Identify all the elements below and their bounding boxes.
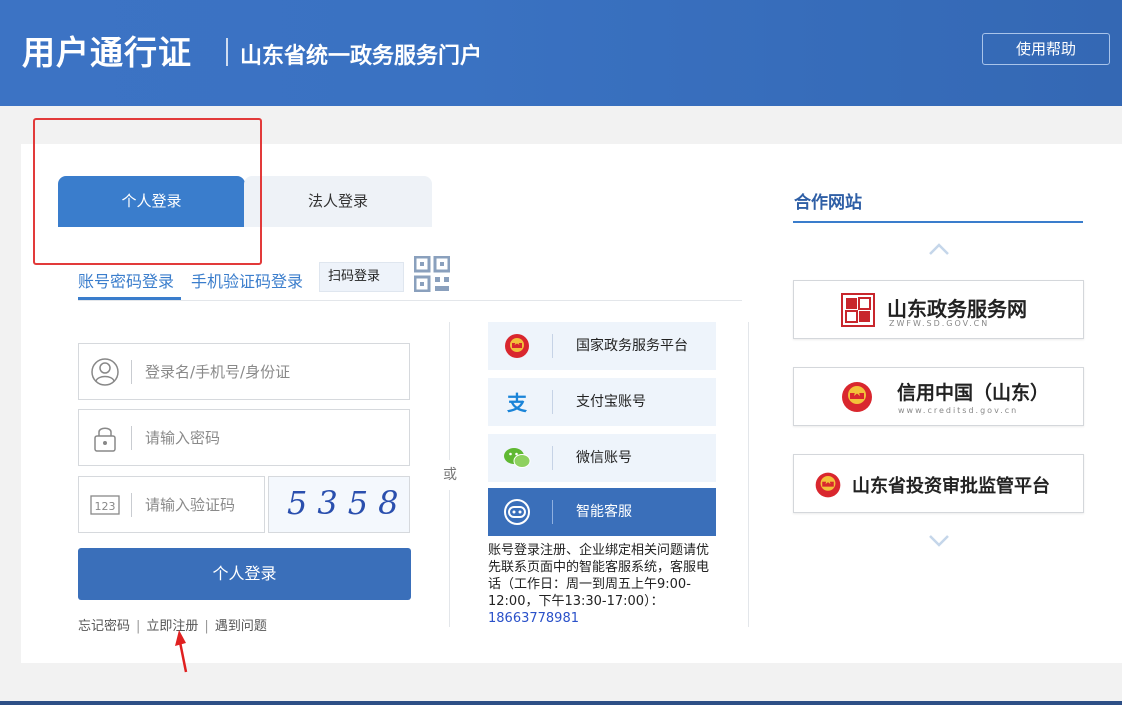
smart-customer-service[interactable]: 智能客服 (488, 488, 716, 536)
username-field (78, 343, 410, 400)
chevron-up-icon[interactable] (928, 242, 950, 256)
partner-shandong-gov-service[interactable]: 山东政务服务网 ZWFW.SD.GOV.CN (793, 280, 1084, 339)
tab-legal-login[interactable]: 法人登录 (244, 176, 432, 227)
alt-divider (552, 390, 553, 414)
or-label: 或 (438, 460, 462, 490)
help-button[interactable]: 使用帮助 (982, 33, 1110, 65)
captcha-text: 5358 (287, 484, 409, 522)
alt-divider (552, 500, 553, 524)
support-phone[interactable]: 18663778981 (488, 611, 579, 626)
footer-bar (0, 701, 1122, 705)
header-divider (226, 38, 228, 66)
wechat-login[interactable]: 微信账号 (488, 434, 716, 482)
partners-title: 合作网站 (794, 193, 862, 213)
forgot-password-link[interactable]: 忘记密码 (78, 619, 130, 634)
alt-divider (552, 334, 553, 358)
password-field (78, 409, 410, 466)
qr-code-icon[interactable] (414, 256, 450, 292)
lock-icon (94, 427, 116, 452)
national-emblem-icon (842, 382, 872, 412)
svg-text:支: 支 (507, 391, 528, 415)
annotation-highlight-box (33, 118, 262, 265)
wechat-icon (504, 448, 531, 468)
partners-title-underline (793, 221, 1083, 223)
support-info: 账号登录注册、企业绑定相关问题请优先联系页面中的智能客服系统，客服电话（工作日：… (488, 542, 720, 627)
red-arrow-annotation (175, 630, 188, 673)
shandong-seal-logo-icon (841, 293, 875, 327)
right-divider-line (748, 322, 749, 627)
brand-title: 用户通行证 (22, 33, 192, 72)
svg-text:123: 123 (95, 500, 116, 513)
alt-login-label: 支付宝账号 (576, 394, 646, 410)
user-icon (91, 358, 119, 386)
field-divider (131, 426, 132, 450)
national-emblem-icon (505, 334, 529, 358)
problem-link[interactable]: 遇到问题 (215, 619, 267, 634)
partner-name: 信用中国（山东） (897, 382, 1050, 404)
captcha-input[interactable] (145, 491, 255, 519)
header-bar: 用户通行证 山东省统一政务服务门户 使用帮助 (0, 0, 1122, 106)
chevron-down-icon[interactable] (928, 534, 950, 548)
link-separator: | (204, 619, 209, 634)
chatbot-icon (504, 499, 530, 525)
alt-login-label: 国家政务服务平台 (576, 338, 688, 354)
partner-investment-approval-platform[interactable]: 山东省投资审批监管平台 (793, 454, 1084, 513)
portal-subtitle: 山东省统一政务服务门户 (240, 44, 483, 69)
field-divider (131, 360, 132, 384)
partner-credit-china-shandong[interactable]: 信用中国（山东） www.creditsd.gov.cn (793, 367, 1084, 426)
partner-name: 山东省投资审批监管平台 (852, 476, 1050, 497)
captcha-field: 123 (78, 476, 265, 533)
subtab-sms-code[interactable]: 手机验证码登录 (191, 268, 303, 292)
national-emblem-icon (815, 472, 841, 498)
username-input[interactable] (145, 358, 395, 386)
password-input[interactable] (145, 424, 395, 452)
alipay-icon: 支 (507, 391, 528, 415)
support-text: 账号登录注册、企业绑定相关问题请优先联系页面中的智能客服系统，客服电话（工作日：… (488, 543, 710, 609)
captcha-image[interactable]: 5358 (268, 476, 410, 533)
link-separator: | (136, 619, 141, 634)
partner-url: ZWFW.SD.GOV.CN (889, 319, 990, 328)
captcha-123-icon: 123 (90, 495, 120, 515)
personal-login-button[interactable]: 个人登录 (78, 548, 411, 600)
partner-url: www.creditsd.gov.cn (898, 406, 1019, 415)
alt-login-label: 微信账号 (576, 450, 632, 466)
alt-login-label: 智能客服 (576, 504, 632, 520)
national-platform-login[interactable]: 国家政务服务平台 (488, 322, 716, 370)
alt-divider (552, 446, 553, 470)
field-divider (131, 493, 132, 517)
qr-login-button[interactable]: 扫码登录 (319, 262, 404, 292)
partner-name: 山东政务服务网 (887, 297, 1027, 321)
subtab-divider (78, 300, 742, 301)
alipay-login[interactable]: 支 支付宝账号 (488, 378, 716, 426)
subtab-account-password[interactable]: 账号密码登录 (78, 268, 174, 292)
